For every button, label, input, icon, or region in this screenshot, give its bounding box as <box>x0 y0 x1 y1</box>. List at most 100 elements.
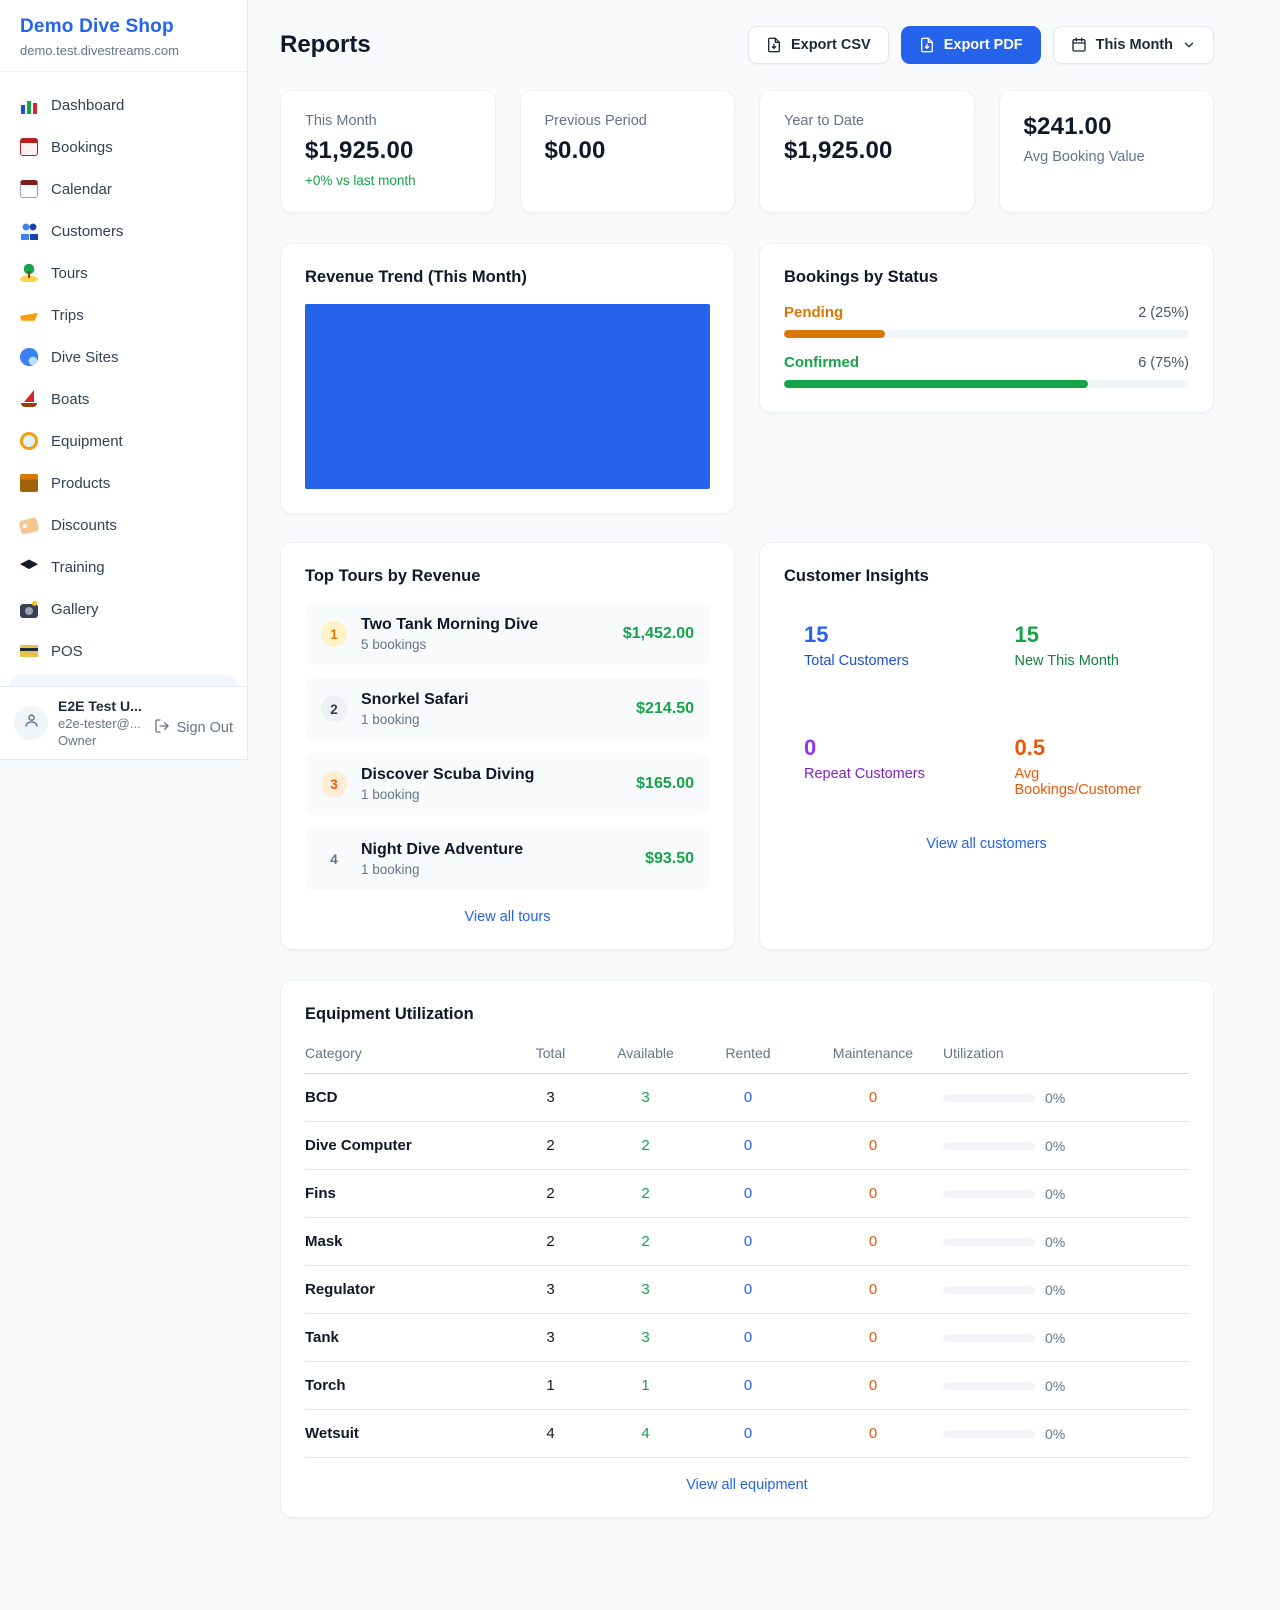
column-header-utilization: Utilization <box>943 1045 1189 1061</box>
equipment-total: 2 <box>503 1137 598 1154</box>
sidebar-item-label: Dive Sites <box>51 349 119 366</box>
equipment-row: Regulator 3 3 0 0 0% <box>305 1266 1189 1314</box>
sidebar-item[interactable]: POS <box>10 630 237 672</box>
sidebar-item-label: Bookings <box>51 139 113 156</box>
equipment-category: Dive Computer <box>305 1137 503 1154</box>
equipment-category: Mask <box>305 1233 503 1250</box>
revenue-trend-chart <box>305 304 710 489</box>
equipment-table-header: Category Total Available Rented Maintena… <box>305 1041 1189 1074</box>
sidebar-item-reports-partial[interactable] <box>10 675 237 686</box>
column-header-total: Total <box>503 1045 598 1061</box>
tour-bookings: 1 booking <box>361 712 622 727</box>
insight-label: Repeat Customers <box>804 766 959 782</box>
column-header-category: Category <box>305 1045 503 1061</box>
top-tours-card: Top Tours by Revenue 1 Two Tank Morning … <box>280 542 735 950</box>
equipment-row: Mask 2 2 0 0 0% <box>305 1218 1189 1266</box>
equipment-row: Wetsuit 4 4 0 0 0% <box>305 1410 1189 1458</box>
chevron-down-icon <box>1182 38 1196 52</box>
sign-out-button[interactable]: Sign Out <box>154 718 233 738</box>
equipment-rented: 0 <box>693 1233 803 1250</box>
equipment-maintenance: 0 <box>803 1281 943 1298</box>
utilization-percent: 0% <box>1045 1426 1065 1442</box>
tour-bookings: 1 booking <box>361 862 631 877</box>
brand[interactable]: Demo Dive Shop demo.test.divestreams.com <box>0 0 247 72</box>
equipment-mask-icon <box>20 432 38 450</box>
stat-value: $241.00 <box>1024 113 1190 141</box>
period-dropdown[interactable]: This Month <box>1053 26 1214 64</box>
export-pdf-button[interactable]: Export PDF <box>901 26 1041 64</box>
rank-badge: 2 <box>321 696 347 722</box>
insight-tile: 0.5 Avg Bookings/Customer <box>995 716 1190 817</box>
stat-card: Year to Date $1,925.00 <box>759 90 975 213</box>
utilization-bar-track <box>943 1334 1035 1342</box>
revenue-trend-card: Revenue Trend (This Month) <box>280 243 735 514</box>
gallery-camera-icon <box>20 604 38 618</box>
brand-name[interactable]: Demo Dive Shop <box>20 16 227 38</box>
utilization-bar-track <box>943 1142 1035 1150</box>
tours-island-icon <box>20 264 38 282</box>
sidebar-item[interactable]: Customers <box>10 210 237 252</box>
equipment-maintenance: 0 <box>803 1425 943 1442</box>
sidebar-item[interactable]: Dive Sites <box>10 336 237 378</box>
status-progress-track <box>784 380 1189 388</box>
equipment-category: BCD <box>305 1089 503 1106</box>
view-all-tours-link[interactable]: View all tours <box>305 909 710 925</box>
page-title: Reports <box>280 31 371 59</box>
status-count: 2 (25%) <box>1138 305 1189 321</box>
sidebar-item-label: Tours <box>51 265 88 282</box>
insight-value: 15 <box>1015 622 1170 648</box>
tour-list: 1 Two Tank Morning Dive 5 bookings $1,45… <box>305 603 710 890</box>
export-csv-button[interactable]: Export CSV <box>748 26 889 64</box>
insight-label: New This Month <box>1015 653 1170 669</box>
equipment-rented: 0 <box>693 1089 803 1106</box>
equipment-rented: 0 <box>693 1425 803 1442</box>
tour-row: 1 Two Tank Morning Dive 5 bookings $1,45… <box>305 603 710 665</box>
equipment-available: 3 <box>598 1089 693 1106</box>
tour-revenue: $1,452.00 <box>623 625 694 643</box>
customer-insights-title: Customer Insights <box>784 567 1189 586</box>
sidebar-item[interactable]: Trips <box>10 294 237 336</box>
insight-value: 15 <box>804 622 959 648</box>
sidebar-item[interactable]: Gallery <box>10 588 237 630</box>
sidebar-item-label: Customers <box>51 223 124 240</box>
sidebar-item[interactable]: Dashboard <box>10 84 237 126</box>
sidebar-item-label: POS <box>51 643 83 660</box>
sidebar-item[interactable]: Discounts <box>10 504 237 546</box>
view-all-equipment-link[interactable]: View all equipment <box>305 1477 1189 1493</box>
tour-bookings: 1 booking <box>361 787 622 802</box>
bookings-by-status-card: Bookings by Status Pending 2 (25%) Confi… <box>759 243 1214 413</box>
utilization-percent: 0% <box>1045 1282 1065 1298</box>
equipment-available: 3 <box>598 1281 693 1298</box>
equipment-row: BCD 3 3 0 0 0% <box>305 1074 1189 1122</box>
sidebar-item-label: Equipment <box>51 433 123 450</box>
sidebar-item-label: Gallery <box>51 601 99 618</box>
user-role: Owner <box>58 733 144 748</box>
sidebar-item[interactable]: Training <box>10 546 237 588</box>
equipment-rented: 0 <box>693 1377 803 1394</box>
equipment-total: 1 <box>503 1377 598 1394</box>
stat-label: Avg Booking Value <box>1024 149 1190 165</box>
view-all-customers-link[interactable]: View all customers <box>784 836 1189 852</box>
equipment-maintenance: 0 <box>803 1089 943 1106</box>
equipment-category: Fins <box>305 1185 503 1202</box>
insight-value: 0.5 <box>1015 735 1170 761</box>
sidebar-item[interactable]: Boats <box>10 378 237 420</box>
tour-row: 3 Discover Scuba Diving 1 booking $165.0… <box>305 753 710 815</box>
tour-name: Night Dive Adventure <box>361 841 631 859</box>
sidebar-item[interactable]: Equipment <box>10 420 237 462</box>
status-list: Pending 2 (25%) Confirmed 6 (75%) <box>784 304 1189 388</box>
sidebar-item[interactable]: Products <box>10 462 237 504</box>
equipment-total: 2 <box>503 1233 598 1250</box>
sidebar-item[interactable]: Tours <box>10 252 237 294</box>
main-content: Reports Export CSV Export PDF <box>248 0 1280 1558</box>
sidebar-item[interactable]: Calendar <box>10 168 237 210</box>
tour-bookings: 5 bookings <box>361 637 609 652</box>
sidebar-item[interactable]: Bookings <box>10 126 237 168</box>
stat-cards: This Month $1,925.00 +0% vs last month P… <box>280 90 1214 213</box>
dive-sites-wave-icon <box>20 348 38 366</box>
utilization-percent: 0% <box>1045 1138 1065 1154</box>
equipment-category: Wetsuit <box>305 1425 503 1442</box>
insight-tile: 15 Total Customers <box>784 603 979 700</box>
status-label: Confirmed <box>784 354 859 371</box>
sidebar-user-footer: E2E Test U... e2e-tester@... Owner Sign … <box>0 686 247 759</box>
